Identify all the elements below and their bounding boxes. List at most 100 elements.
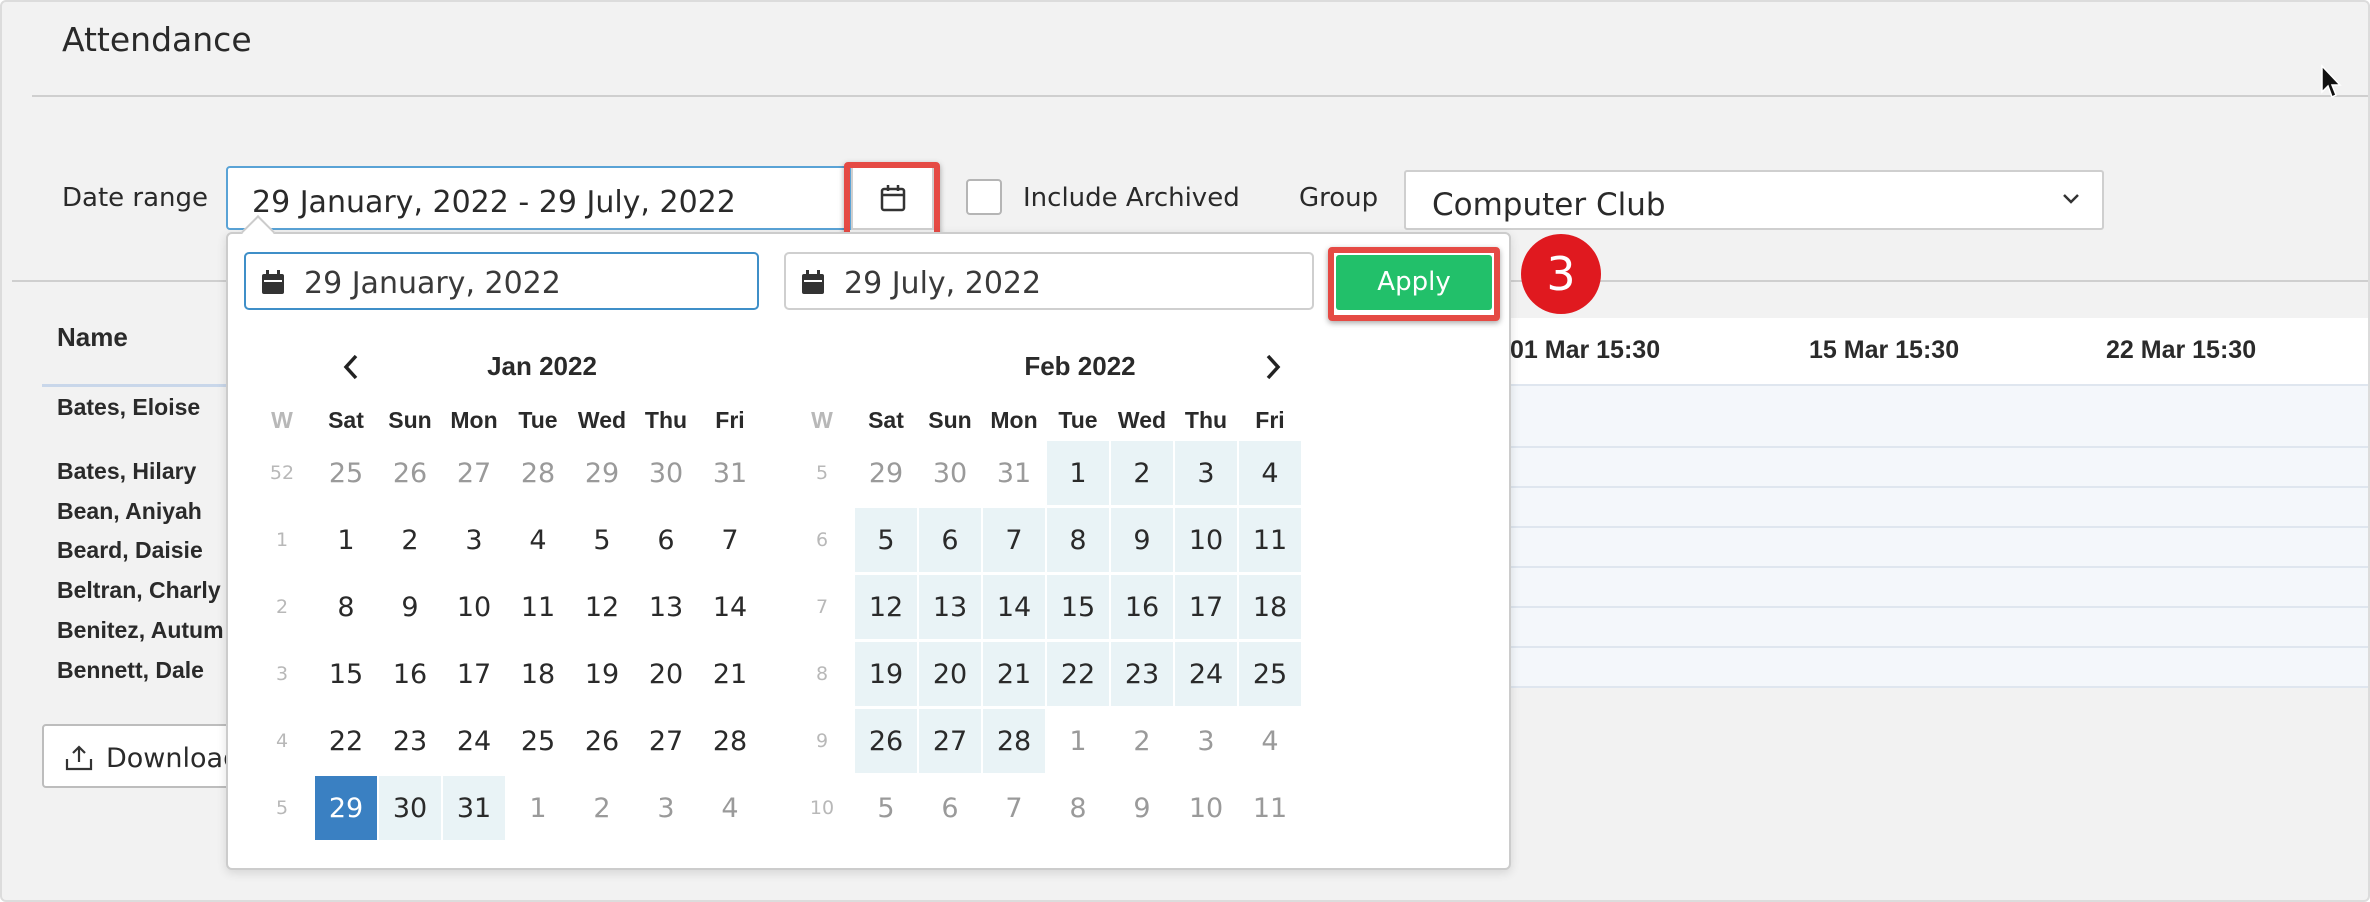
calendar-day[interactable]: 9 (1111, 776, 1173, 840)
student-name[interactable]: Bean, Aniyah (57, 498, 202, 525)
next-month-arrow-icon[interactable] (1258, 352, 1286, 382)
calendar-day[interactable]: 20 (635, 642, 697, 706)
calendar-day[interactable]: 21 (983, 642, 1045, 706)
calendar-day[interactable]: 30 (919, 441, 981, 505)
calendar-day[interactable]: 27 (635, 709, 697, 773)
calendar-day[interactable]: 26 (571, 709, 633, 773)
calendar-day[interactable]: 26 (379, 441, 441, 505)
calendar-day[interactable]: 11 (507, 575, 569, 639)
calendar-day[interactable]: 5 (855, 776, 917, 840)
calendar-day[interactable]: 6 (919, 508, 981, 572)
calendar-day[interactable]: 15 (315, 642, 377, 706)
name-column-header[interactable]: Name (57, 322, 128, 353)
calendar-day[interactable]: 10 (1175, 508, 1237, 572)
calendar-day[interactable]: 6 (635, 508, 697, 572)
calendar-day[interactable]: 28 (983, 709, 1045, 773)
calendar-day[interactable]: 15 (1047, 575, 1109, 639)
calendar-day[interactable]: 16 (379, 642, 441, 706)
calendar-day[interactable]: 1 (1047, 441, 1109, 505)
calendar-day[interactable]: 2 (1111, 441, 1173, 505)
end-date-input[interactable]: 29 July, 2022 (784, 252, 1314, 310)
calendar-day[interactable]: 30 (635, 441, 697, 505)
calendar-day[interactable]: 14 (983, 575, 1045, 639)
calendar-day[interactable]: 13 (919, 575, 981, 639)
calendar-day[interactable]: 8 (1047, 508, 1109, 572)
calendar-day[interactable]: 8 (315, 575, 377, 639)
calendar-day[interactable]: 3 (635, 776, 697, 840)
calendar-day[interactable]: 17 (1175, 575, 1237, 639)
calendar-day[interactable]: 5 (571, 508, 633, 572)
calendar-day[interactable]: 28 (699, 709, 761, 773)
calendar-day[interactable]: 19 (571, 642, 633, 706)
calendar-day[interactable]: 1 (315, 508, 377, 572)
student-name[interactable]: Beltran, Charly (57, 577, 221, 604)
calendar-day[interactable]: 27 (919, 709, 981, 773)
download-button[interactable]: Download (42, 724, 252, 788)
calendar-day[interactable]: 25 (507, 709, 569, 773)
calendar-day[interactable]: 26 (855, 709, 917, 773)
calendar-day[interactable]: 24 (443, 709, 505, 773)
calendar-day[interactable]: 24 (1175, 642, 1237, 706)
calendar-day[interactable]: 5 (855, 508, 917, 572)
calendar-day[interactable]: 2 (379, 508, 441, 572)
calendar-day[interactable]: 1 (507, 776, 569, 840)
calendar-day[interactable]: 8 (1047, 776, 1109, 840)
calendar-day[interactable]: 21 (699, 642, 761, 706)
calendar-day[interactable]: 25 (315, 441, 377, 505)
calendar-day[interactable]: 3 (443, 508, 505, 572)
calendar-day[interactable]: 4 (1239, 441, 1301, 505)
include-archived-checkbox[interactable] (966, 179, 1002, 215)
calendar-day[interactable]: 2 (1111, 709, 1173, 773)
student-name[interactable]: Bates, Eloise (57, 394, 200, 421)
calendar-day[interactable]: 3 (1175, 709, 1237, 773)
calendar-day[interactable]: 31 (443, 776, 505, 840)
calendar-day[interactable]: 4 (699, 776, 761, 840)
calendar-day[interactable]: 20 (919, 642, 981, 706)
calendar-day[interactable]: 18 (507, 642, 569, 706)
calendar-day[interactable]: 29 (571, 441, 633, 505)
student-name[interactable]: Beard, Daisie (57, 537, 203, 564)
student-name[interactable]: Benitez, Autum (57, 617, 224, 644)
calendar-day[interactable]: 3 (1175, 441, 1237, 505)
calendar-day[interactable]: 9 (1111, 508, 1173, 572)
student-name[interactable]: Bennett, Dale (57, 657, 204, 684)
student-name[interactable]: Bates, Hilary (57, 458, 196, 485)
calendar-day[interactable]: 30 (379, 776, 441, 840)
calendar-day[interactable]: 27 (443, 441, 505, 505)
calendar-day[interactable]: 6 (919, 776, 981, 840)
calendar-day[interactable]: 14 (699, 575, 761, 639)
calendar-day[interactable]: 29 (855, 441, 917, 505)
calendar-day[interactable]: 18 (1239, 575, 1301, 639)
calendar-day[interactable]: 17 (443, 642, 505, 706)
calendar-day[interactable]: 10 (1175, 776, 1237, 840)
calendar-day[interactable]: 22 (315, 709, 377, 773)
date-range-input[interactable]: 29 January, 2022 - 29 July, 2022 (226, 166, 851, 230)
calendar-day[interactable]: 2 (571, 776, 633, 840)
calendar-day[interactable]: 12 (855, 575, 917, 639)
previous-month-arrow-icon[interactable] (338, 352, 366, 382)
calendar-day[interactable]: 16 (1111, 575, 1173, 639)
calendar-day[interactable]: 12 (571, 575, 633, 639)
calendar-day[interactable]: 25 (1239, 642, 1301, 706)
calendar-day[interactable]: 23 (379, 709, 441, 773)
start-date-input[interactable]: 29 January, 2022 (244, 252, 759, 310)
calendar-day[interactable]: 28 (507, 441, 569, 505)
calendar-day[interactable]: 7 (983, 776, 1045, 840)
calendar-day[interactable]: 7 (699, 508, 761, 572)
calendar-day-selected[interactable]: 29 (315, 776, 377, 840)
group-select[interactable]: Computer Club (1404, 170, 2104, 230)
calendar-day[interactable]: 11 (1239, 508, 1301, 572)
calendar-day[interactable]: 23 (1111, 642, 1173, 706)
calendar-day[interactable]: 31 (699, 441, 761, 505)
calendar-day[interactable]: 4 (507, 508, 569, 572)
calendar-day[interactable]: 31 (983, 441, 1045, 505)
calendar-day[interactable]: 13 (635, 575, 697, 639)
calendar-day[interactable]: 22 (1047, 642, 1109, 706)
calendar-day[interactable]: 11 (1239, 776, 1301, 840)
calendar-day[interactable]: 7 (983, 508, 1045, 572)
calendar-day[interactable]: 10 (443, 575, 505, 639)
calendar-day[interactable]: 4 (1239, 709, 1301, 773)
calendar-day[interactable]: 9 (379, 575, 441, 639)
calendar-day[interactable]: 1 (1047, 709, 1109, 773)
calendar-day[interactable]: 19 (855, 642, 917, 706)
